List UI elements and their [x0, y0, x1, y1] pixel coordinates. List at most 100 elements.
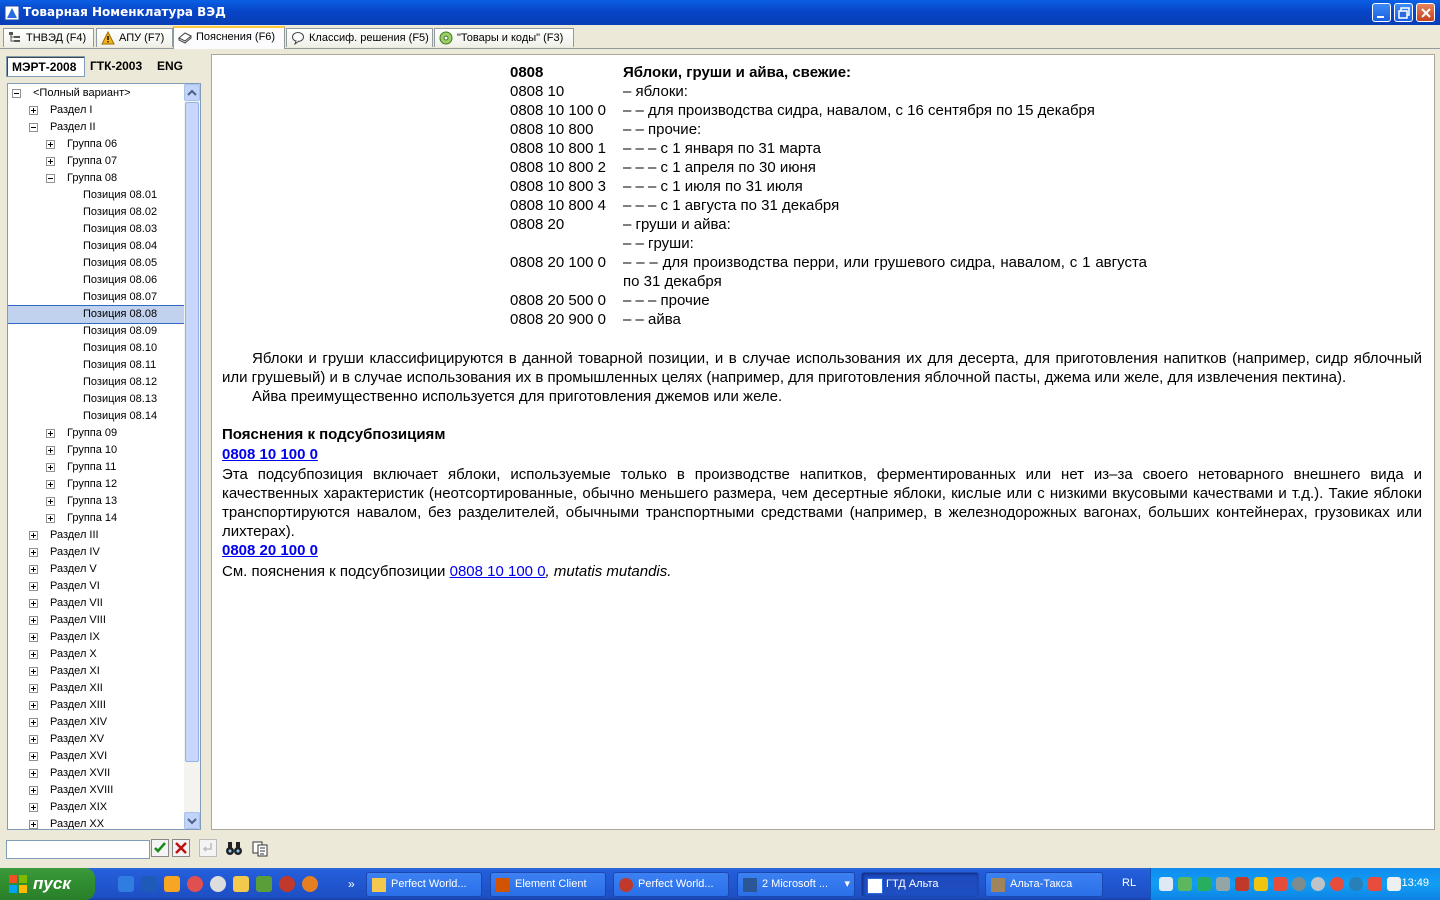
- tree-node[interactable]: Раздел I: [8, 102, 184, 119]
- scroll-thumb[interactable]: [185, 102, 199, 762]
- tree-node[interactable]: Раздел XVI: [8, 748, 184, 765]
- tree-node[interactable]: Позиция 08.11: [8, 357, 184, 374]
- edition-eng-button[interactable]: ENG: [152, 56, 192, 77]
- tree-node[interactable]: Раздел XII: [8, 680, 184, 697]
- tree-node[interactable]: Группа 07: [8, 153, 184, 170]
- close-button[interactable]: [1416, 3, 1435, 22]
- edition-gtk-2003-button[interactable]: ГТК-2003: [85, 56, 155, 77]
- tray-opera-icon[interactable]: [1330, 877, 1344, 891]
- expand-icon[interactable]: [46, 480, 55, 489]
- taskbar-item-microsoft-word[interactable]: 2 Microsoft ... ▾: [737, 872, 855, 897]
- tree-node[interactable]: Раздел V: [8, 561, 184, 578]
- tree-node[interactable]: Раздел XIV: [8, 714, 184, 731]
- see-also-link[interactable]: 0808 10 100 0: [450, 563, 546, 580]
- tray-folder-icon[interactable]: [1254, 877, 1268, 891]
- tab-explanations[interactable]: Пояснения (F6): [173, 26, 285, 49]
- tree-node[interactable]: Группа 14: [8, 510, 184, 527]
- tree-node[interactable]: Позиция 08.01: [8, 187, 184, 204]
- tree-node[interactable]: Позиция 08.14: [8, 408, 184, 425]
- tree-node[interactable]: Позиция 08.13: [8, 391, 184, 408]
- tree-node[interactable]: Раздел II: [8, 119, 184, 136]
- tree-node[interactable]: Позиция 08.10: [8, 340, 184, 357]
- tray-speaker-icon[interactable]: [1292, 877, 1306, 891]
- expand-icon[interactable]: [29, 718, 38, 727]
- tray-wifi-icon[interactable]: [1197, 877, 1211, 891]
- expand-icon[interactable]: [29, 752, 38, 761]
- tray-antivirus-icon[interactable]: [1235, 877, 1249, 891]
- expand-icon[interactable]: [29, 820, 38, 829]
- expand-icon[interactable]: [46, 514, 55, 523]
- tree-node[interactable]: Группа 09: [8, 425, 184, 442]
- scroll-up-button[interactable]: [184, 84, 200, 101]
- expand-icon[interactable]: [29, 701, 38, 710]
- tree-node[interactable]: Раздел XVIII: [8, 782, 184, 799]
- expand-icon[interactable]: [29, 667, 38, 676]
- expand-icon[interactable]: [46, 463, 55, 472]
- tree-node[interactable]: Раздел XIX: [8, 799, 184, 816]
- tab-goods-codes[interactable]: "Товары и коды" (F3): [434, 28, 574, 47]
- tree-node[interactable]: Позиция 08.09: [8, 323, 184, 340]
- keyboard-language-indicator[interactable]: RL: [1122, 877, 1136, 889]
- taskbar-item-perfect-world-2[interactable]: Perfect World...: [613, 872, 729, 897]
- tree-node[interactable]: Позиция 08.03: [8, 221, 184, 238]
- tree-node[interactable]: Позиция 08.05: [8, 255, 184, 272]
- tree-node[interactable]: <Полный вариант>: [8, 85, 184, 102]
- tree-node[interactable]: Группа 12: [8, 476, 184, 493]
- nomenclature-tree[interactable]: <Полный вариант> Раздел I Раздел II Группа …: [7, 83, 201, 830]
- clear-button[interactable]: [172, 839, 192, 859]
- subposition-link-0808201000[interactable]: 0808 20 100 0: [222, 542, 318, 559]
- quicklaunch-game-icon[interactable]: [279, 876, 295, 892]
- expand-icon[interactable]: [46, 140, 55, 149]
- scroll-down-button[interactable]: [184, 812, 200, 829]
- tree-node[interactable]: Позиция 08.04: [8, 238, 184, 255]
- collapse-icon[interactable]: [46, 174, 55, 183]
- tray-network-disconnected-icon[interactable]: [1273, 877, 1287, 891]
- expand-icon[interactable]: [29, 786, 38, 795]
- quicklaunch-more-icon[interactable]: »: [348, 876, 364, 892]
- tray-cd-icon[interactable]: [1311, 877, 1325, 891]
- tray-mouse-icon[interactable]: [1216, 877, 1230, 891]
- quicklaunch-calc-icon[interactable]: [141, 876, 157, 892]
- expand-icon[interactable]: [29, 582, 38, 591]
- taskbar-item-gtd-alta[interactable]: ГТД Альта: [861, 872, 979, 897]
- tray-update-icon[interactable]: [1178, 877, 1192, 891]
- quicklaunch-folder-icon[interactable]: [233, 876, 249, 892]
- collapse-icon[interactable]: [12, 89, 21, 98]
- tree-node[interactable]: Раздел XI: [8, 663, 184, 680]
- copy-button[interactable]: [251, 839, 271, 859]
- tray-flash-icon[interactable]: [1368, 877, 1382, 891]
- tree-node[interactable]: Группа 10: [8, 442, 184, 459]
- expand-icon[interactable]: [29, 565, 38, 574]
- tree-node[interactable]: Позиция 08.08: [8, 305, 185, 324]
- expand-icon[interactable]: [29, 106, 38, 115]
- tree-node[interactable]: Раздел VI: [8, 578, 184, 595]
- tree-node[interactable]: Группа 13: [8, 493, 184, 510]
- quicklaunch-tool-icon[interactable]: [256, 876, 272, 892]
- tree-node[interactable]: Раздел X: [8, 646, 184, 663]
- taskbar-item-perfect-world-1[interactable]: Perfect World...: [366, 872, 482, 897]
- minimize-button[interactable]: [1372, 3, 1391, 22]
- expand-icon[interactable]: [29, 650, 38, 659]
- tab-tnved[interactable]: ТНВЭД (F4): [3, 28, 94, 47]
- taskbar-item-alta-taksa[interactable]: Альта-Такса: [985, 872, 1103, 897]
- tree-node[interactable]: Группа 08: [8, 170, 184, 187]
- subposition-link-0808101000[interactable]: 0808 10 100 0: [222, 446, 318, 463]
- apply-button[interactable]: [151, 839, 171, 859]
- expand-icon[interactable]: [29, 633, 38, 642]
- search-input[interactable]: [6, 840, 150, 859]
- expand-icon[interactable]: [29, 616, 38, 625]
- tree-node[interactable]: Раздел XVII: [8, 765, 184, 782]
- expand-icon[interactable]: [46, 446, 55, 455]
- tree-node[interactable]: Позиция 08.12: [8, 374, 184, 391]
- expand-icon[interactable]: [46, 497, 55, 506]
- taskbar-item-element-client[interactable]: Element Client: [490, 872, 606, 897]
- expand-icon[interactable]: [29, 803, 38, 812]
- tree-node[interactable]: Позиция 08.07: [8, 289, 184, 306]
- expand-icon[interactable]: [29, 735, 38, 744]
- quicklaunch-opera-icon[interactable]: [187, 876, 203, 892]
- tray-tool-icon[interactable]: [1387, 877, 1401, 891]
- tree-node[interactable]: Раздел VII: [8, 595, 184, 612]
- tab-apu[interactable]: АПУ (F7): [96, 28, 173, 47]
- expand-icon[interactable]: [29, 684, 38, 693]
- tree-node[interactable]: Позиция 08.02: [8, 204, 184, 221]
